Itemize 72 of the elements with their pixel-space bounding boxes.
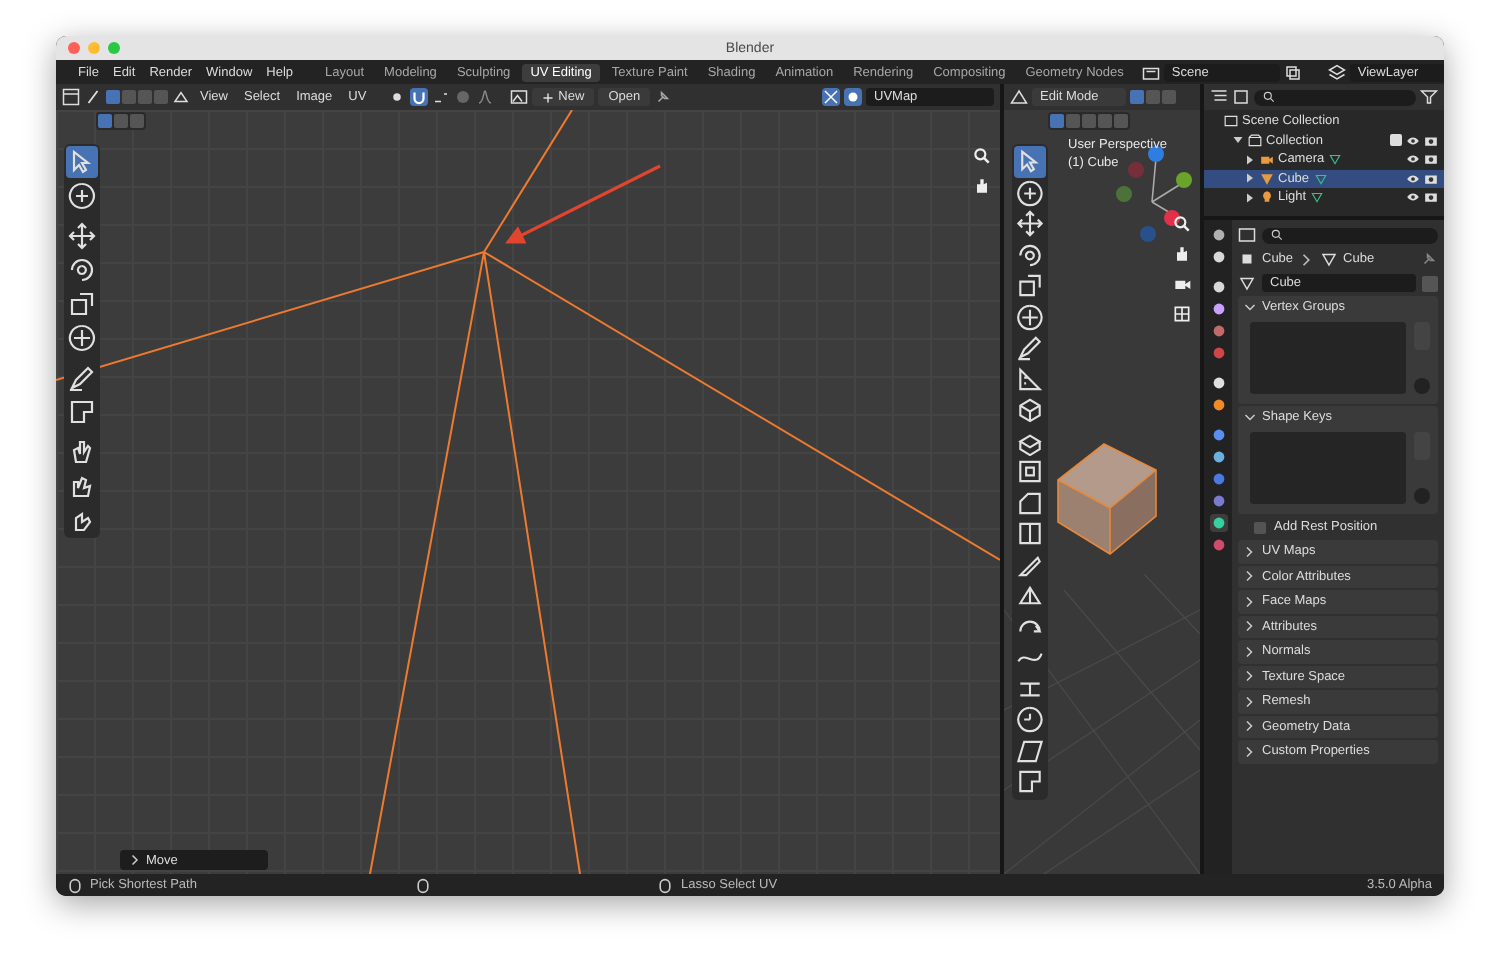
exclude-checkbox[interactable] <box>1390 134 1402 147</box>
pencil-icon[interactable] <box>1014 332 1046 363</box>
expand-caret-icon[interactable] <box>1244 153 1256 166</box>
cursor-icon[interactable] <box>1014 177 1046 208</box>
scene-collection-icon <box>1224 114 1238 129</box>
caret-icon <box>128 854 140 866</box>
editor-type-icon[interactable] <box>62 88 80 106</box>
rip-icon[interactable] <box>1014 766 1046 797</box>
editor-type-icon[interactable] <box>1010 88 1028 106</box>
eye-icon[interactable] <box>1406 190 1420 205</box>
mouse-icon <box>416 877 431 893</box>
bulb-icon <box>1260 190 1274 205</box>
loop-cut-icon[interactable] <box>1014 518 1046 549</box>
transform-icon[interactable] <box>66 322 98 354</box>
camera-icon[interactable] <box>1424 133 1438 148</box>
rip-icon[interactable] <box>66 396 98 428</box>
sync-selection-icon[interactable] <box>84 88 102 106</box>
sphere-icon[interactable] <box>1209 536 1227 554</box>
zoom-icon[interactable] <box>972 146 992 166</box>
select-mode-buttons[interactable] <box>1130 90 1177 104</box>
camera-icon[interactable] <box>1424 171 1438 186</box>
search-field[interactable] <box>1262 227 1438 243</box>
poly-build-icon[interactable] <box>1014 580 1046 611</box>
copy-icon[interactable] <box>1283 63 1302 81</box>
layers-icon[interactable] <box>1327 63 1346 81</box>
falloff-curve-icon[interactable] <box>476 88 495 106</box>
shrink-icon[interactable] <box>1014 704 1046 735</box>
eye-icon[interactable] <box>1406 152 1420 167</box>
grid-icon[interactable] <box>1172 304 1192 324</box>
header-icon-row[interactable] <box>1048 112 1130 130</box>
eye-icon[interactable] <box>1406 133 1420 148</box>
plus-icon <box>542 91 555 103</box>
search-icon <box>1270 228 1284 242</box>
zoom-icon[interactable] <box>1172 214 1192 234</box>
transform-icon[interactable] <box>1014 301 1046 332</box>
ruler-icon[interactable] <box>1014 363 1046 394</box>
scale-icon[interactable] <box>1014 270 1046 301</box>
chevron-icon <box>1299 251 1314 267</box>
bevel-icon[interactable] <box>1014 487 1046 518</box>
display-mode-icon[interactable] <box>1232 88 1250 106</box>
cursor-icon[interactable] <box>66 180 98 212</box>
image-browse-icon[interactable] <box>510 88 529 106</box>
hand-icon[interactable] <box>972 176 992 196</box>
add-cube-icon[interactable] <box>1014 394 1046 425</box>
search-icon <box>1262 90 1276 104</box>
select-arrow-icon[interactable] <box>66 146 98 178</box>
filter-icon[interactable] <box>1420 88 1438 106</box>
search-field[interactable] <box>1254 89 1416 105</box>
cube-drawing <box>1057 443 1157 555</box>
expand-caret-icon[interactable] <box>1232 134 1244 147</box>
hand-icon[interactable] <box>1172 244 1192 264</box>
editor-type-icon[interactable] <box>1210 88 1228 106</box>
overlays-icon[interactable] <box>822 88 840 106</box>
expand-caret-icon[interactable] <box>1244 172 1256 185</box>
sticky-select-icon[interactable] <box>172 88 190 106</box>
pin-icon[interactable] <box>1420 250 1438 268</box>
camera-icon <box>1260 152 1274 167</box>
pin-icon[interactable] <box>654 88 673 106</box>
editor-type-icon[interactable] <box>1238 226 1256 244</box>
inset-icon[interactable] <box>1014 456 1046 487</box>
relax-hand-icon[interactable] <box>66 470 98 502</box>
camera-icon[interactable] <box>1424 152 1438 167</box>
expand-caret-icon[interactable] <box>1244 191 1256 204</box>
shear-icon[interactable] <box>1014 735 1046 766</box>
mouse-icon <box>658 877 673 893</box>
scale-icon[interactable] <box>66 288 98 320</box>
eye-icon[interactable] <box>1406 171 1420 186</box>
mouse-icon <box>68 877 82 893</box>
move-arrows-icon[interactable] <box>1014 208 1046 239</box>
checkbox[interactable] <box>1254 521 1266 533</box>
camera-icon[interactable] <box>1424 190 1438 205</box>
magnet-icon[interactable] <box>410 88 429 106</box>
